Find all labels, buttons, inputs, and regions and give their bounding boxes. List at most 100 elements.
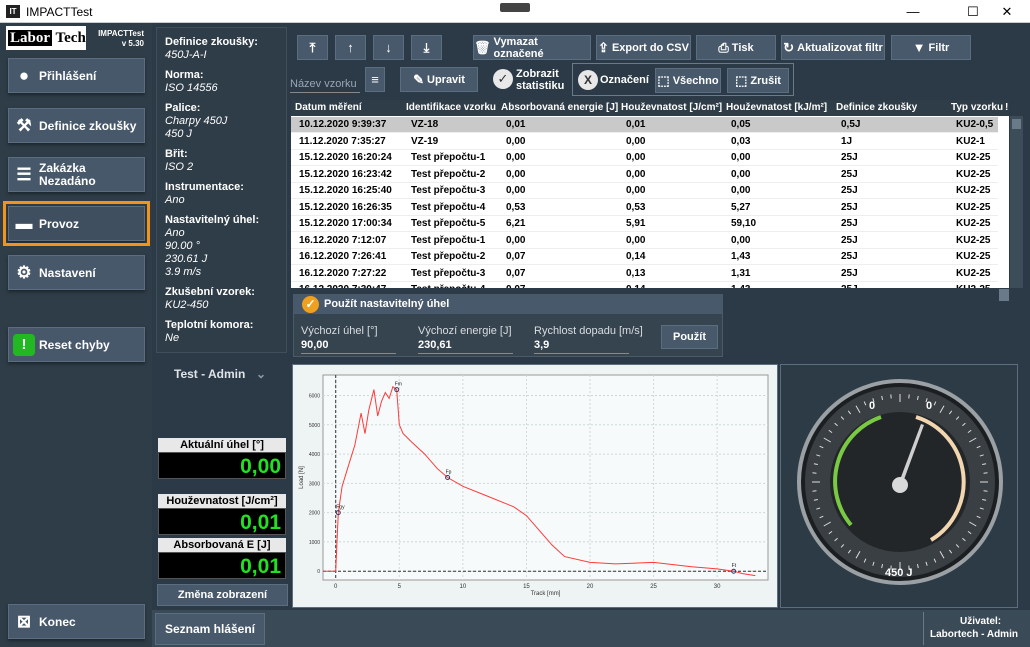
- printer-icon: ⎙: [718, 39, 729, 55]
- title-grip[interactable]: [500, 3, 530, 12]
- deselect-button[interactable]: ⬚ Zrušit: [727, 68, 789, 93]
- table-cell: 16.12.2020 7:26:41: [299, 251, 387, 262]
- column-header[interactable]: Absorbovaná energie [J]: [501, 102, 618, 113]
- arrow-down-icon: ↓: [385, 40, 392, 55]
- user-icon: ●: [18, 65, 30, 85]
- select-all-button[interactable]: ⬚ Všechno: [655, 68, 721, 93]
- table-cell: 15.12.2020 16:26:35: [299, 201, 392, 213]
- nav-test-definition[interactable]: ⚒ Definice zkoušky: [8, 108, 145, 143]
- move-top-button[interactable]: ⤒: [297, 35, 328, 60]
- table-cell: 11.12.2020 7:35:27: [299, 135, 386, 147]
- column-header[interactable]: Definice zkoušky: [836, 102, 917, 113]
- column-header[interactable]: !: [1005, 102, 1008, 113]
- marker-label: Fm: [395, 382, 402, 388]
- move-up-button[interactable]: ↑: [335, 35, 366, 60]
- table-cell: Test přepočtu-1: [411, 234, 486, 246]
- exit-button[interactable]: ⊠ Konec: [8, 604, 145, 639]
- info-value: ISO 2: [165, 161, 194, 173]
- table-cell: 15.12.2020 16:20:24: [299, 152, 392, 163]
- refresh-filter-button[interactable]: ↻ Aktualizovat filtr: [781, 35, 885, 60]
- nav-order[interactable]: ☰ Zakázka Nezadáno: [8, 157, 145, 192]
- nav-settings[interactable]: ⚙ Nastavení: [8, 255, 145, 290]
- table-row[interactable]: 10.12.2020 9:39:37 VZ-18 0,01 0,01 0,05 0,5J K…: [291, 117, 998, 133]
- table-row[interactable]: 15.12.2020 16:20:24 Test přepočtu-1 0,00 0,…: [291, 150, 998, 166]
- table-row[interactable]: 11.12.2020 7:35:27 VZ-19 0,00 0,00 0,03 1J KU2…: [291, 133, 998, 150]
- table-cell: 25J: [841, 251, 858, 262]
- table-cell: 0,00: [731, 185, 751, 196]
- x-axis-label: Track [mm]: [531, 591, 561, 597]
- delete-marked-button[interactable]: 🗑 Vymazat označené: [473, 35, 591, 60]
- marking-label: Označení: [600, 74, 649, 86]
- table-row[interactable]: 16.12.2020 7:26:41 Test přepočtu-2 0,07 0,1…: [291, 249, 998, 265]
- table-cell: 0,07: [506, 267, 526, 279]
- table-cell: 0,01: [626, 119, 646, 130]
- column-header[interactable]: Houževnatost [J/cm²]: [621, 102, 722, 113]
- table-row[interactable]: 15.12.2020 17:00:34 Test přepočtu-5 6,21 5,…: [291, 216, 998, 232]
- messages-button[interactable]: Seznam hlášení: [155, 613, 265, 645]
- scroll-up-icon[interactable]: [1012, 119, 1021, 129]
- close-button[interactable]: ✕: [984, 0, 1030, 23]
- move-bottom-button[interactable]: ⤓: [411, 35, 442, 60]
- print-button[interactable]: ⎙ Tisk: [696, 35, 776, 60]
- table-row[interactable]: 15.12.2020 16:26:35 Test přepočtu-4 0,53 0,…: [291, 199, 998, 216]
- table-scrollbar[interactable]: [1010, 116, 1023, 288]
- nav-operation[interactable]: ▬ Provoz: [3, 201, 150, 246]
- stats-check-icon[interactable]: ✓: [493, 69, 513, 89]
- table-cell: 10.12.2020 9:39:37: [299, 119, 387, 130]
- start-energy-field[interactable]: 230,61: [418, 339, 513, 354]
- table-cell: KU2-1: [956, 135, 985, 147]
- sort-button[interactable]: ≡: [365, 67, 385, 92]
- sample-name-input[interactable]: Název vzorku: [290, 73, 360, 93]
- gauge-right-value: 0: [926, 400, 932, 412]
- user-select[interactable]: Test - Admin ⌄: [156, 362, 288, 388]
- table-cell: 0,14: [626, 284, 645, 288]
- table-row[interactable]: 15.12.2020 16:25:40 Test přepočtu-3 0,00 0,…: [291, 183, 998, 199]
- column-header[interactable]: Houževnatost [kJ/m²]: [726, 102, 827, 113]
- table-cell: 0,00: [506, 185, 526, 196]
- gauge-label: 450 J: [885, 567, 913, 579]
- export-csv-button[interactable]: ⇪ Export do CSV: [596, 35, 691, 60]
- change-view-button[interactable]: Změna zobrazení: [157, 584, 288, 606]
- column-header[interactable]: Datum měření: [295, 102, 362, 113]
- title-bar: IT IMPACTTest — ☐ ✕: [0, 0, 1030, 23]
- filter-button[interactable]: ▼ Filtr: [891, 35, 971, 60]
- y-axis-label: Load [N]: [299, 466, 305, 489]
- table-cell: 1,31: [731, 267, 751, 279]
- checkbox-icon[interactable]: ✓: [302, 296, 319, 313]
- table-cell: 0,00: [506, 168, 526, 180]
- y-tick-label: 6000: [309, 394, 320, 400]
- impact-speed-field[interactable]: 3,9: [534, 339, 629, 354]
- table-cell: 59,10: [731, 218, 757, 229]
- move-down-button[interactable]: ↓: [373, 35, 404, 60]
- show-stats-label: Zobrazit statistiku: [516, 68, 565, 92]
- table-row[interactable]: 16.12.2020 7:12:07 Test přepočtu-1 0,00 0,0…: [291, 232, 998, 249]
- nav-login[interactable]: ● Přihlášení: [8, 58, 145, 93]
- column-header[interactable]: Identifikace vzorku: [406, 102, 496, 113]
- table-row[interactable]: 16.12.2020 7:30:47 Test přepočtu-4 0,07 0,1…: [291, 282, 998, 288]
- window-title: IMPACTTest: [26, 5, 93, 19]
- table-cell: 0,00: [506, 135, 526, 147]
- minimize-button[interactable]: —: [890, 0, 936, 23]
- start-angle-field[interactable]: 90,00: [301, 339, 396, 354]
- table-row[interactable]: 16.12.2020 7:27:22 Test přepočtu-3 0,07 0,1…: [291, 265, 998, 282]
- info-key: Zkušební vzorek:: [165, 286, 255, 298]
- angle-gauge-panel: 0 0 450 J: [780, 364, 1018, 608]
- alert-icon: !: [9, 333, 39, 356]
- reset-errors-button[interactable]: ! Reset chyby: [8, 327, 145, 362]
- table-row[interactable]: 15.12.2020 16:23:42 Test přepočtu-2 0,00 0,…: [291, 166, 998, 183]
- table-cell: VZ-19: [411, 135, 439, 147]
- measurements-table: Datum měření Identifikace vzorku Absorbova…: [291, 100, 1009, 288]
- current-angle-label: Aktuální úhel [°]: [158, 438, 286, 452]
- apply-button[interactable]: Použít: [661, 325, 718, 349]
- table-cell: 6,21: [506, 218, 526, 229]
- gauge-hub: [892, 477, 908, 493]
- current-angle-value: 0,00: [158, 452, 286, 479]
- trash-icon: 🗑: [474, 39, 491, 55]
- table-cell: KU2-25: [956, 284, 990, 288]
- column-header[interactable]: Typ vzorku: [951, 102, 1003, 113]
- table-cell: KU2-25: [956, 251, 991, 262]
- table-cell: 0,00: [626, 168, 646, 180]
- scroll-right-icon[interactable]: [999, 289, 1009, 301]
- info-value: 450J-A-I: [165, 49, 207, 61]
- edit-button[interactable]: ✎ Upravit: [400, 67, 478, 92]
